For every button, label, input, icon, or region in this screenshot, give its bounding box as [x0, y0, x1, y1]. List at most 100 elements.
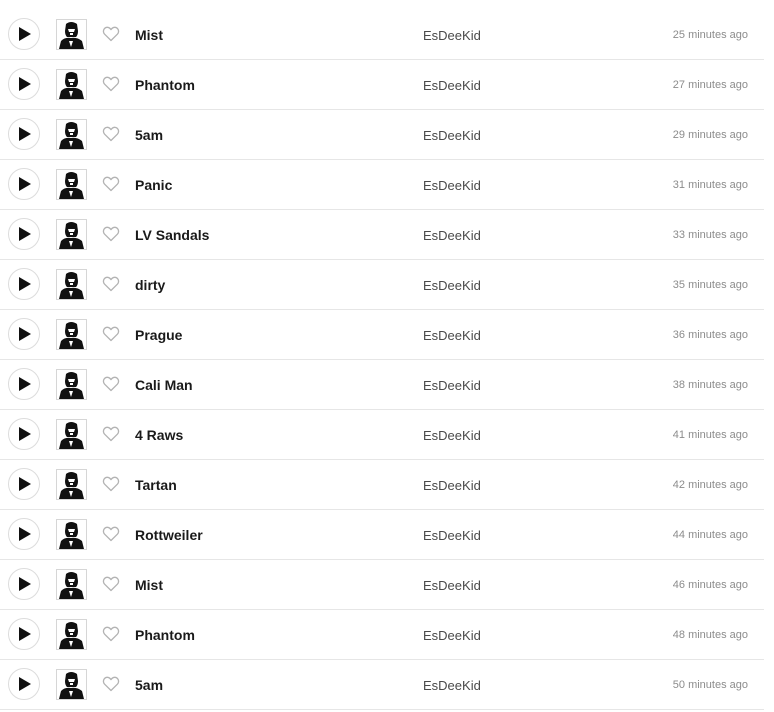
like-button[interactable] [102, 26, 120, 42]
play-button[interactable] [8, 468, 40, 500]
track-timestamp: 25 minutes ago [672, 29, 748, 41]
like-button[interactable] [102, 226, 120, 242]
play-button[interactable] [8, 18, 40, 50]
track-row[interactable]: Phantom EsDeeKid 48 minutes ago [0, 610, 764, 660]
like-button[interactable] [102, 326, 120, 342]
heart-outline-icon [102, 476, 120, 492]
track-title[interactable]: 4 Raws [135, 426, 183, 444]
track-artist[interactable]: EsDeeKid [423, 677, 481, 694]
track-artwork[interactable] [56, 669, 87, 700]
track-timestamp: 31 minutes ago [672, 179, 748, 191]
like-button[interactable] [102, 626, 120, 642]
track-artwork[interactable] [56, 169, 87, 200]
track-title[interactable]: Mist [135, 26, 163, 44]
track-artist[interactable]: EsDeeKid [423, 377, 481, 394]
track-row[interactable]: Mist EsDeeKid 46 minutes ago [0, 560, 764, 610]
play-button[interactable] [8, 318, 40, 350]
like-button[interactable] [102, 376, 120, 392]
track-row[interactable]: Prague EsDeeKid 36 minutes ago [0, 310, 764, 360]
play-icon [19, 27, 31, 41]
like-button[interactable] [102, 476, 120, 492]
track-row[interactable]: Rottweiler EsDeeKid 44 minutes ago [0, 510, 764, 560]
track-artwork[interactable] [56, 519, 87, 550]
track-title[interactable]: Cali Man [135, 376, 193, 394]
track-title[interactable]: Rottweiler [135, 526, 203, 544]
track-artwork[interactable] [56, 569, 87, 600]
track-artist[interactable]: EsDeeKid [423, 627, 481, 644]
play-button[interactable] [8, 518, 40, 550]
play-icon [19, 477, 31, 491]
track-artist[interactable]: EsDeeKid [423, 277, 481, 294]
artist-avatar-icon [57, 20, 86, 49]
play-button[interactable] [8, 218, 40, 250]
track-artist[interactable]: EsDeeKid [423, 27, 481, 44]
track-artwork[interactable] [56, 19, 87, 50]
track-timestamp: 35 minutes ago [672, 279, 748, 291]
track-artwork[interactable] [56, 419, 87, 450]
track-row[interactable]: Tartan EsDeeKid 42 minutes ago [0, 460, 764, 510]
play-button[interactable] [8, 568, 40, 600]
track-artist[interactable]: EsDeeKid [423, 127, 481, 144]
track-artist[interactable]: EsDeeKid [423, 227, 481, 244]
track-title[interactable]: dirty [135, 276, 165, 294]
track-artwork[interactable] [56, 369, 87, 400]
track-row[interactable]: Mist EsDeeKid 25 minutes ago [0, 10, 764, 60]
track-row[interactable]: 4 Raws EsDeeKid 41 minutes ago [0, 410, 764, 460]
artist-avatar-icon [57, 270, 86, 299]
track-row[interactable]: Panic EsDeeKid 31 minutes ago [0, 160, 764, 210]
like-button[interactable] [102, 176, 120, 192]
heart-outline-icon [102, 326, 120, 342]
play-button[interactable] [8, 168, 40, 200]
track-list: Mist EsDeeKid 25 minutes ago Phantom EsD… [0, 10, 764, 710]
track-artwork[interactable] [56, 119, 87, 150]
like-button[interactable] [102, 76, 120, 92]
track-artwork[interactable] [56, 469, 87, 500]
like-button[interactable] [102, 426, 120, 442]
play-button[interactable] [8, 68, 40, 100]
track-row[interactable]: Phantom EsDeeKid 27 minutes ago [0, 60, 764, 110]
track-title[interactable]: 5am [135, 676, 163, 694]
heart-outline-icon [102, 526, 120, 542]
track-title[interactable]: Phantom [135, 76, 195, 94]
track-title[interactable]: Tartan [135, 476, 177, 494]
play-button[interactable] [8, 118, 40, 150]
like-button[interactable] [102, 676, 120, 692]
track-timestamp: 36 minutes ago [672, 329, 748, 341]
play-button[interactable] [8, 668, 40, 700]
heart-outline-icon [102, 276, 120, 292]
play-button[interactable] [8, 618, 40, 650]
track-artist[interactable]: EsDeeKid [423, 577, 481, 594]
track-row[interactable]: 5am EsDeeKid 29 minutes ago [0, 110, 764, 160]
play-button[interactable] [8, 268, 40, 300]
track-artist[interactable]: EsDeeKid [423, 477, 481, 494]
track-title[interactable]: Phantom [135, 626, 195, 644]
track-artist[interactable]: EsDeeKid [423, 177, 481, 194]
track-artwork[interactable] [56, 619, 87, 650]
track-row[interactable]: dirty EsDeeKid 35 minutes ago [0, 260, 764, 310]
track-title[interactable]: 5am [135, 126, 163, 144]
track-artwork[interactable] [56, 219, 87, 250]
track-artist[interactable]: EsDeeKid [423, 427, 481, 444]
like-button[interactable] [102, 276, 120, 292]
like-button[interactable] [102, 126, 120, 142]
track-row[interactable]: 5am EsDeeKid 50 minutes ago [0, 660, 764, 710]
track-artist[interactable]: EsDeeKid [423, 327, 481, 344]
artist-avatar-icon [57, 170, 86, 199]
track-artwork[interactable] [56, 69, 87, 100]
track-title[interactable]: Mist [135, 576, 163, 594]
track-artwork[interactable] [56, 319, 87, 350]
like-button[interactable] [102, 576, 120, 592]
track-title[interactable]: Panic [135, 176, 172, 194]
track-artwork[interactable] [56, 269, 87, 300]
track-row[interactable]: Cali Man EsDeeKid 38 minutes ago [0, 360, 764, 410]
track-title[interactable]: LV Sandals [135, 226, 209, 244]
play-button[interactable] [8, 418, 40, 450]
play-icon [19, 377, 31, 391]
play-button[interactable] [8, 368, 40, 400]
track-artist[interactable]: EsDeeKid [423, 77, 481, 94]
track-title[interactable]: Prague [135, 326, 182, 344]
track-timestamp: 46 minutes ago [672, 579, 748, 591]
track-artist[interactable]: EsDeeKid [423, 527, 481, 544]
like-button[interactable] [102, 526, 120, 542]
track-row[interactable]: LV Sandals EsDeeKid 33 minutes ago [0, 210, 764, 260]
